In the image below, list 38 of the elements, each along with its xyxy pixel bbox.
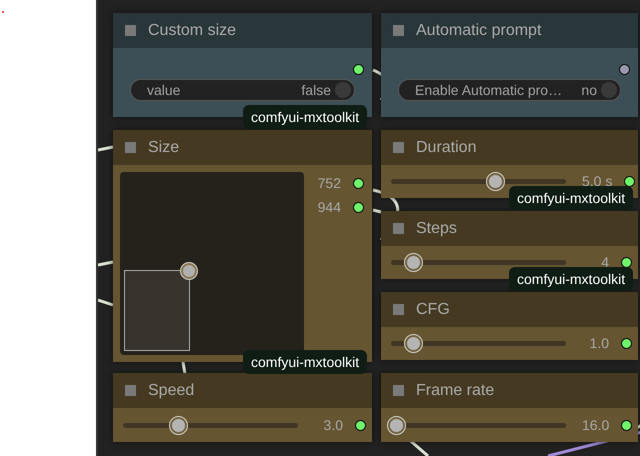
source-label: comfyui-mxtoolkit <box>243 105 368 129</box>
slider-thumb[interactable] <box>487 173 504 190</box>
toggle-switch[interactable]: Enable Automatic pro… no <box>398 79 621 101</box>
slider-value: 1.0 <box>588 334 609 353</box>
resize-handle[interactable] <box>181 263 197 279</box>
node-header[interactable]: CFG <box>381 292 638 327</box>
slider-thumb[interactable] <box>404 254 422 271</box>
node-card[interactable]: CFG 1.0 <box>381 292 638 360</box>
node-title: Size <box>148 138 180 158</box>
node-title: Frame rate <box>416 380 494 400</box>
node-header[interactable]: Automatic prompt <box>381 13 638 48</box>
source-label: comfyui-mxtoolkit <box>509 186 634 210</box>
source-label: comfyui-mxtoolkit <box>243 350 368 374</box>
toggle-switch[interactable]: value false <box>130 79 355 101</box>
node-title: CFG <box>416 300 450 320</box>
slider-value: 16.0 <box>582 416 610 434</box>
node-card[interactable]: Speed 3.0 <box>113 373 372 442</box>
node-header[interactable]: Steps <box>381 211 638 246</box>
node-card[interactable]: Frame rate 16.0 <box>381 373 638 442</box>
output-label: 944 <box>318 198 341 217</box>
node-title: Custom size <box>148 20 236 40</box>
node-title: Duration <box>416 138 476 158</box>
node-card[interactable]: Automatic prompt Enable Automatic pro… no <box>381 13 638 117</box>
slider-thumb[interactable] <box>404 335 422 352</box>
output-label: 752 <box>318 174 341 193</box>
node-title: Automatic prompt <box>416 20 542 40</box>
size-rectangle[interactable] <box>124 270 190 351</box>
node-title: Speed <box>148 380 194 400</box>
node-header[interactable]: Custom size <box>113 13 372 48</box>
slider-value: 3.0 <box>322 416 343 434</box>
source-label: comfyui-mxtoolkit <box>509 267 634 291</box>
node-header[interactable]: Frame rate <box>381 373 638 408</box>
node-header[interactable]: Size <box>113 130 372 165</box>
slider-thumb[interactable] <box>388 416 405 434</box>
node-title: Steps <box>416 218 457 238</box>
node-header[interactable]: Duration <box>381 130 638 165</box>
node-header[interactable]: Speed <box>113 373 372 408</box>
slider-thumb[interactable] <box>170 416 186 434</box>
